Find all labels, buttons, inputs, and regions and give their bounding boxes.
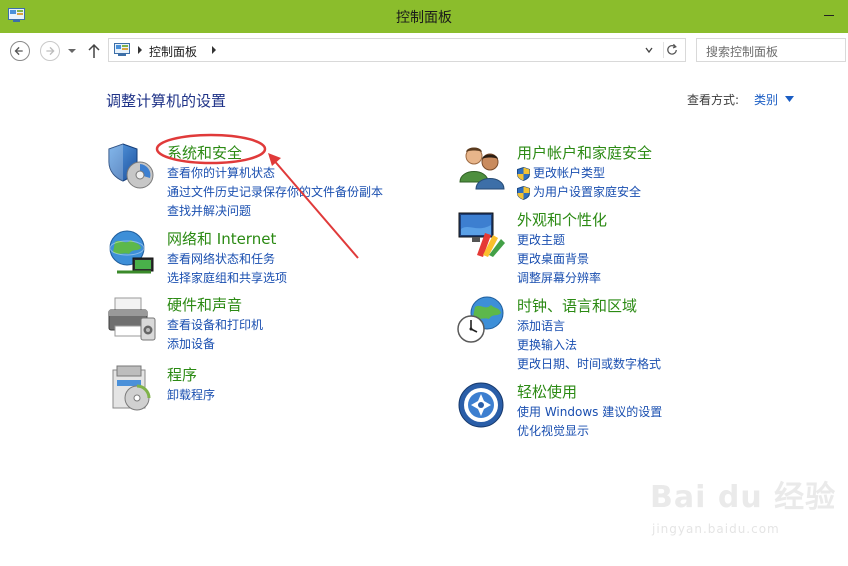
link-uninstall-program[interactable]: 卸载程序 [167,386,215,405]
view-by-dropdown[interactable]: 类别 [754,91,778,108]
link-adjust-resolution[interactable]: 调整屏幕分辨率 [517,269,601,288]
back-arrow-icon[interactable] [10,41,30,61]
control-panel-icon [114,43,130,56]
search-input[interactable]: 搜索控制面板 [706,43,778,60]
globe-network-icon [109,230,154,274]
category-network-internet: 网络和 Internet 查看网络状态和任务 选择家庭组和共享选项 [107,228,407,288]
category-links: 添加语言 更换输入法 更改日期、时间或数字格式 [517,317,661,374]
title-bar: 控制面板 [0,0,848,33]
category-links: 使用 Windows 建议的设置 优化视觉显示 [517,403,662,441]
link-view-computer-status[interactable]: 查看你的计算机状态 [167,164,383,183]
link-add-device[interactable]: 添加设备 [167,335,263,354]
category-clock-language-region: 时钟、语言和区域 添加语言 更换输入法 更改日期、时间或数字格式 [457,295,757,371]
search-box[interactable]: 搜索控制面板 [696,38,846,62]
category-ease-of-access: 轻松使用 使用 Windows 建议的设置 优化视觉显示 [457,381,757,441]
link-optimize-visual-display[interactable]: 优化视觉显示 [517,422,662,441]
category-links: 查看你的计算机状态 通过文件历史记录保存你的文件备份副本 查找并解决问题 [167,164,383,221]
category-links: 卸载程序 [167,386,215,405]
link-add-language[interactable]: 添加语言 [517,317,661,336]
up-arrow-icon[interactable] [86,42,102,60]
uac-shield-icon [517,166,530,181]
link-devices-printers[interactable]: 查看设备和打印机 [167,316,263,335]
category-title[interactable]: 用户帐户和家庭安全 [517,142,652,163]
forward-arrow-icon[interactable] [40,41,60,61]
category-title[interactable]: 硬件和声音 [167,294,242,315]
link-troubleshoot[interactable]: 查找并解决问题 [167,202,383,221]
link-change-date-time-format[interactable]: 更改日期、时间或数字格式 [517,355,661,374]
link-label: 为用户设置家庭安全 [533,185,642,199]
category-links: 查看设备和打印机 添加设备 [167,316,263,354]
category-title[interactable]: 网络和 Internet [167,228,276,249]
link-network-status[interactable]: 查看网络状态和任务 [167,250,287,269]
category-programs: 程序 卸载程序 [107,364,407,414]
link-change-input-method[interactable]: 更换输入法 [517,336,661,355]
chevron-down-icon[interactable] [785,96,794,102]
link-recommended-settings[interactable]: 使用 Windows 建议的设置 [517,403,662,422]
category-title[interactable]: 系统和安全 [167,142,242,163]
category-appearance: 外观和个性化 更改主题 更改桌面背景 调整屏幕分辨率 [457,209,757,285]
refresh-icon[interactable] [663,42,681,58]
minimize-button[interactable] [820,6,838,22]
category-title[interactable]: 程序 [167,364,197,385]
link-homegroup-sharing[interactable]: 选择家庭组和共享选项 [167,269,287,288]
address-dropdown-icon[interactable] [641,43,657,57]
link-change-theme[interactable]: 更改主题 [517,231,601,250]
clock-globe-icon [457,296,504,343]
category-links: 查看网络状态和任务 选择家庭组和共享选项 [167,250,287,288]
users-icon [459,147,505,190]
monitor-palette-icon [458,212,505,257]
breadcrumb-chevron-icon[interactable] [137,45,143,55]
address-bar[interactable]: 控制面板 [108,38,686,62]
watermark: Bai du 经验 jingyan.baidu.com [650,472,840,552]
page-title: 调整计算机的设置 [106,92,227,110]
category-title[interactable]: 外观和个性化 [517,209,607,230]
category-title[interactable]: 时钟、语言和区域 [517,295,637,316]
category-title[interactable]: 轻松使用 [517,381,577,402]
printer-icon [108,297,156,341]
programs-icon [112,365,151,411]
link-change-desktop-background[interactable]: 更改桌面背景 [517,250,601,269]
watermark-url: jingyan.baidu.com [652,522,780,536]
view-by-label: 查看方式: [687,93,740,107]
category-system-security: 系统和安全 查看你的计算机状态 通过文件历史记录保存你的文件备份副本 查找并解决… [107,142,407,218]
link-change-account-type[interactable]: 更改帐户类型 [517,164,641,183]
recent-locations-chevron-icon[interactable] [66,47,78,55]
category-hardware-sound: 硬件和声音 查看设备和打印机 添加设备 [107,294,407,354]
navigation-bar: 控制面板 搜索控制面板 [0,33,848,66]
window-title: 控制面板 [396,10,452,26]
category-user-accounts: 用户帐户和家庭安全 更改帐户类型 为用户设置家庭安全 [457,142,757,202]
category-links: 更改帐户类型 为用户设置家庭安全 [517,164,641,202]
ease-of-access-icon [458,382,504,428]
link-file-history-backup[interactable]: 通过文件历史记录保存你的文件备份副本 [167,183,383,202]
link-label: 更改帐户类型 [533,166,606,180]
uac-shield-icon [517,185,530,200]
shield-icon [108,143,154,189]
breadcrumb-control-panel[interactable]: 控制面板 [149,43,197,60]
watermark-brand: Bai du 经验 [650,480,837,515]
link-family-safety[interactable]: 为用户设置家庭安全 [517,183,641,202]
category-links: 更改主题 更改桌面背景 调整屏幕分辨率 [517,231,601,288]
breadcrumb-chevron-icon[interactable] [211,45,217,55]
